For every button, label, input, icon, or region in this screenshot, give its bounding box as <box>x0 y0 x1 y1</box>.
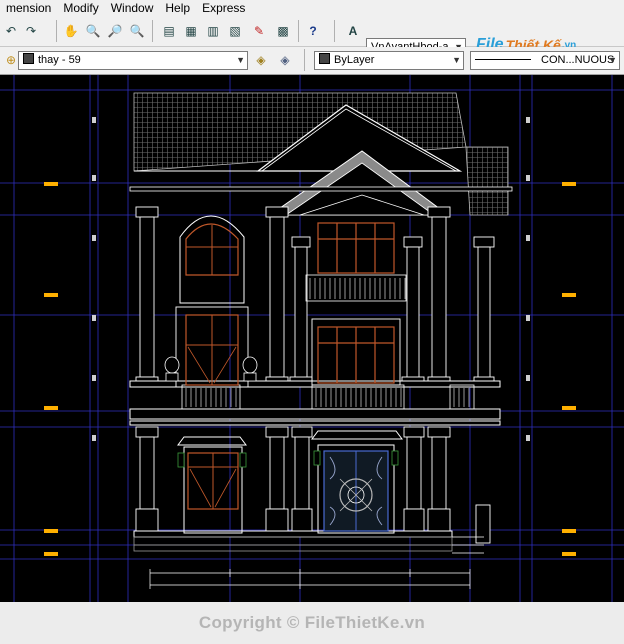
roof <box>129 92 513 216</box>
calculator-icon[interactable]: ▩ <box>274 22 292 40</box>
watermark-bar: Copyright © FileThietKe.vn <box>0 602 624 644</box>
ground-left-window <box>177 436 247 534</box>
menu-bar: mension Modify Window Help Express <box>0 0 624 16</box>
redo-icon[interactable]: ↷ <box>22 22 40 40</box>
layer-previous-icon[interactable]: ◈ <box>276 51 294 69</box>
chevron-down-icon: ▼ <box>236 55 245 65</box>
house-elevation-drawing <box>0 75 624 602</box>
upper-left-window <box>179 215 245 386</box>
standard-toolbar: ↶ ↷ ✋ 🔍 🔎 🔍 ▤ ▦ ▥ ▧ ✎ ▩ ? A VnAvantHbod-… <box>0 16 624 57</box>
menu-dimension[interactable]: mension <box>0 0 57 16</box>
urns <box>164 356 258 382</box>
color-swatch <box>319 53 330 64</box>
menu-express[interactable]: Express <box>196 0 251 16</box>
menu-modify[interactable]: Modify <box>57 0 104 16</box>
linetype-sample <box>475 59 531 60</box>
layer-color-swatch <box>23 53 34 64</box>
menu-help[interactable]: Help <box>159 0 196 16</box>
help-icon[interactable]: ? <box>304 22 322 40</box>
pan-icon[interactable]: ✋ <box>62 22 80 40</box>
main-door <box>311 430 403 534</box>
dimension-lines <box>149 569 471 589</box>
zoom-previous-icon[interactable]: 🔍 <box>128 22 146 40</box>
design-center-icon[interactable]: ▦ <box>182 22 200 40</box>
markup-icon[interactable]: ✎ <box>250 22 268 40</box>
layer-states-icon[interactable]: ◈ <box>252 51 270 69</box>
sheet-set-icon[interactable]: ▧ <box>226 22 244 40</box>
linetype-dropdown[interactable]: CON...NUOUS ▼ <box>470 51 620 70</box>
zoom-window-icon[interactable]: 🔎 <box>106 22 124 40</box>
drawing-canvas[interactable] <box>0 75 624 602</box>
steps <box>133 536 484 554</box>
upper-center-window <box>317 222 395 384</box>
zoom-realtime-icon[interactable]: 🔍 <box>84 22 102 40</box>
undo-icon[interactable]: ↶ <box>2 22 20 40</box>
chevron-down-icon: ▼ <box>608 55 617 65</box>
menu-window[interactable]: Window <box>105 0 160 16</box>
copyright-text: Copyright © FileThietKe.vn <box>198 613 426 632</box>
properties-icon[interactable]: ▤ <box>160 22 178 40</box>
text-style-icon[interactable]: A <box>344 22 362 40</box>
chevron-down-icon: ▼ <box>452 55 461 65</box>
tool-palettes-icon[interactable]: ▥ <box>204 22 222 40</box>
layer-dropdown[interactable]: thay - 59 ▼ <box>18 51 248 70</box>
color-dropdown[interactable]: ByLayer ▼ <box>314 51 464 70</box>
columns <box>135 206 495 544</box>
layers-toolbar: ⊕ thay - 59 ▼ ◈ ◈ ByLayer ▼ CON...NUOUS … <box>0 47 624 75</box>
